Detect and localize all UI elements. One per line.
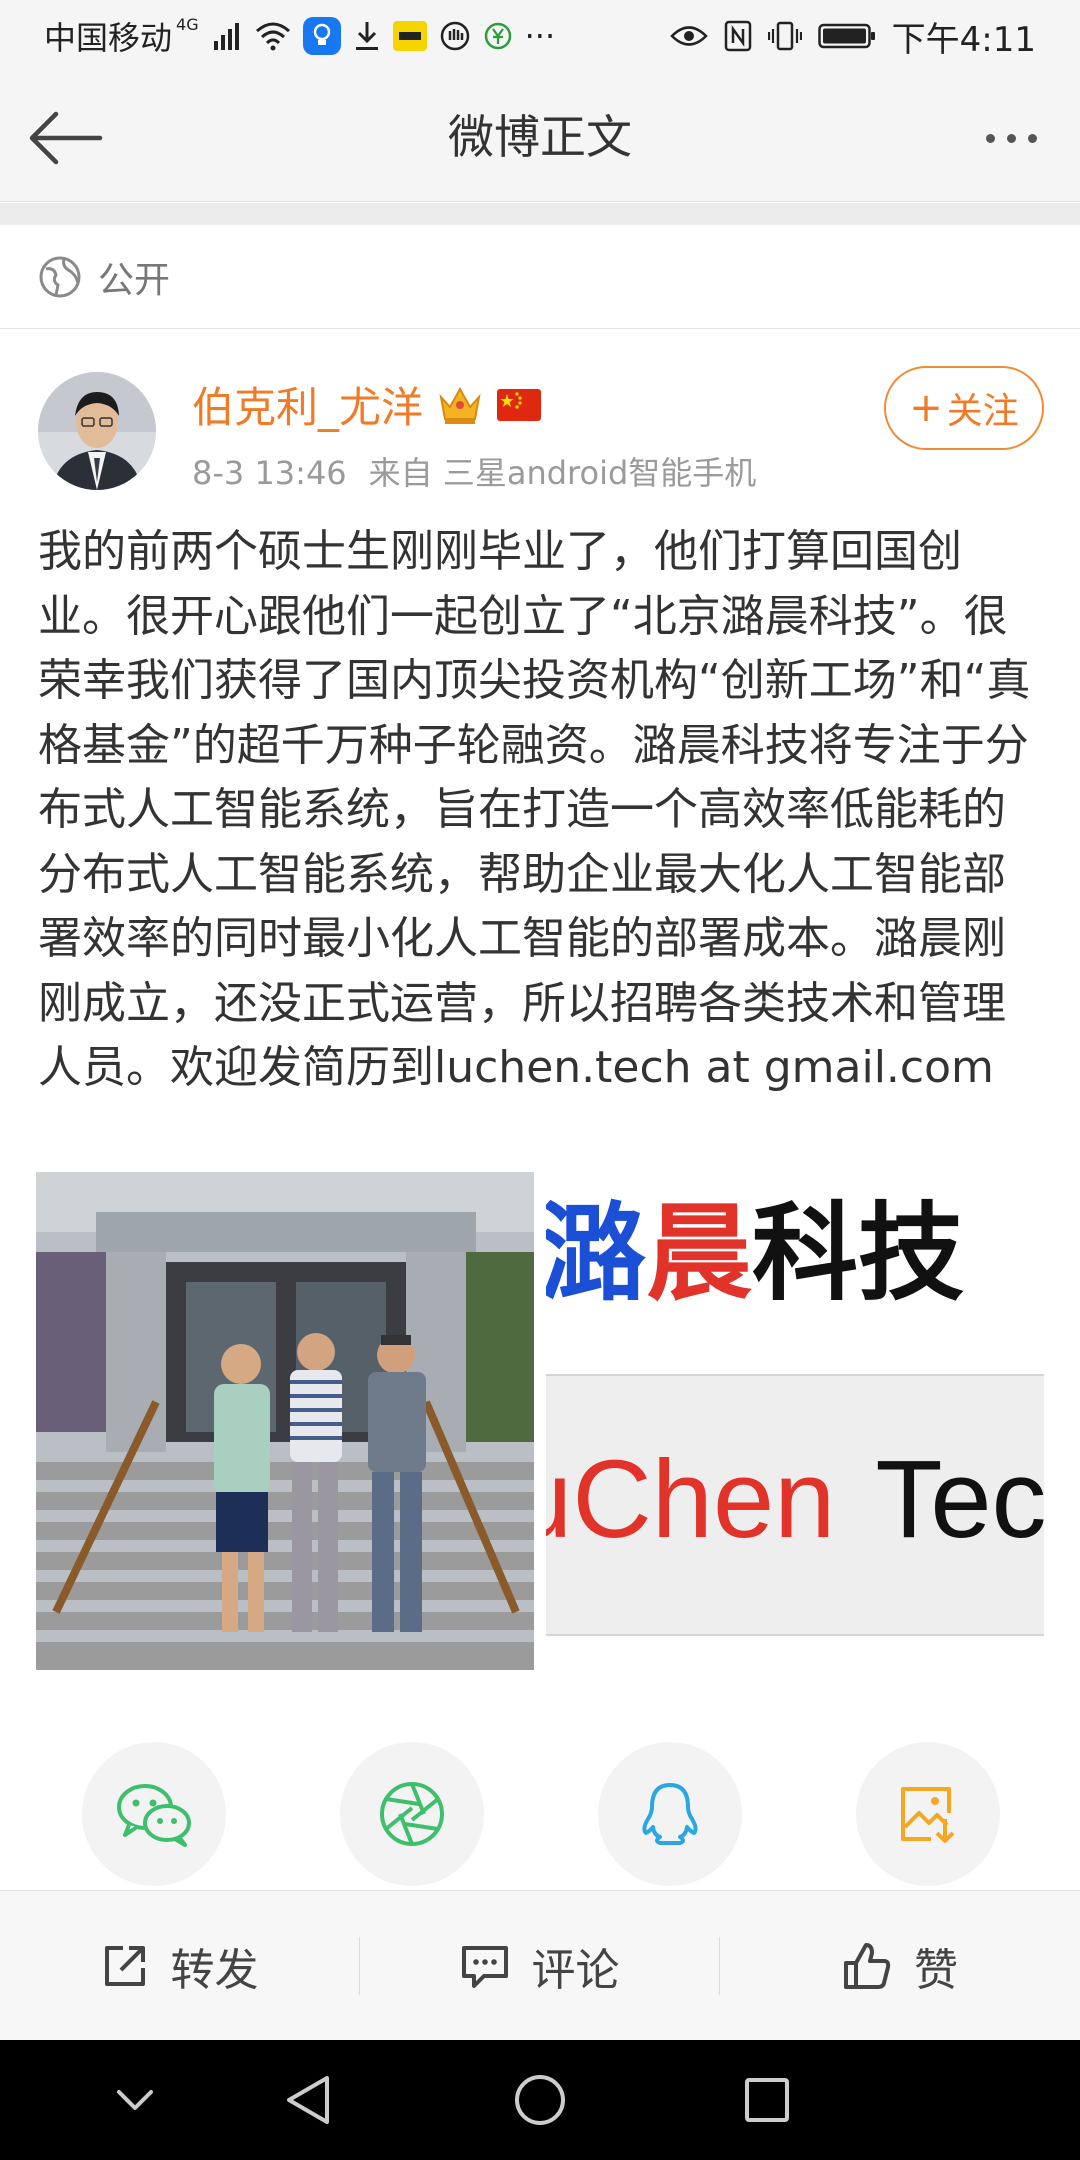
plus-icon: + [909,385,943,431]
save-image-icon [901,1787,955,1843]
qq-icon [642,1783,698,1845]
post-source: 来自 三星android智能手机 [368,454,757,492]
logo-en-lu: Lu [546,1438,572,1561]
comment-icon [461,1946,508,1988]
eye-comfort-icon [669,23,708,49]
status-bar-right: 下午4:11 [669,14,1036,60]
nfc-icon [724,20,752,52]
wechat-icon [117,1784,191,1847]
post-photo[interactable] [36,1172,534,1670]
more-dot-icon [1006,133,1016,143]
hide-nav-button[interactable] [90,2060,180,2140]
repost-label: 转发 [170,1945,259,1996]
system-home-button[interactable] [495,2060,585,2140]
triangle-back-icon [287,2076,329,2124]
app-notification-icon [392,21,427,51]
post-meta: 8-3 13:46 来自 三星android智能手机 [192,448,756,494]
vibrate-icon [767,20,802,52]
repost-button[interactable]: 转发 [0,1891,359,2041]
more-dot-icon [1027,133,1037,143]
status-bar-left: 中国移动 4G ··· [44,14,555,58]
comment-label: 评论 [531,1945,620,1996]
chevron-down-icon [117,2090,153,2110]
thumbs-up-icon [844,1943,891,1989]
share-moments-button[interactable] [340,1742,484,1886]
bulb-app-icon [302,17,341,55]
crown-badge-icon [437,383,483,427]
team-photo-image [36,1172,534,1670]
follow-button[interactable]: + 关注 [884,366,1044,450]
author-name-row: 伯克利_尤洋 [192,374,542,435]
more-dot-icon [985,133,995,143]
circle-home-icon [515,2075,565,2125]
share-qq-button[interactable] [598,1742,742,1886]
author-header: 伯克利_尤洋 8-3 13:46 来自 三星android智能手机 + 关注 [0,360,1080,500]
share-wechat-button[interactable] [82,1742,226,1886]
logo-cn-chen: 晨 [646,1192,752,1315]
logo-cn-lu: 潞 [546,1192,646,1315]
comment-button[interactable]: 评论 [360,1891,719,2041]
page-title: 微博正文 [448,110,632,164]
author-name[interactable]: 伯克利_尤洋 [192,374,423,435]
bottom-action-bar: 转发 评论 赞 [0,1890,1080,2040]
more-notifications-icon: ··· [524,17,556,55]
post-date: 8-3 13:46 [192,454,347,492]
avatar-image [38,372,156,490]
logo-cn-keji: 科技 [752,1192,964,1315]
signal-icon [213,21,243,51]
save-image-button[interactable] [856,1742,1000,1886]
share-row [0,1740,1080,1890]
yuan-icon [483,21,513,51]
status-bar: 中国移动 4G ··· 下午4:11 [0,0,1080,72]
post-body: 我的前两个硕士生刚刚毕业了，他们打算回国创业。很开心跟他们一起创立了“北京潞晨科… [38,526,1031,1093]
system-back-button[interactable] [263,2060,353,2140]
square-recents-icon [745,2078,789,2122]
follow-label: 关注 [946,391,1019,432]
company-logo-image[interactable]: 潞晨科技 LuChen Tech [546,1172,1044,1670]
visibility-row: 公开 [0,225,1080,329]
carrier-label: 中国移动 [44,19,173,57]
clock: 下午4:11 [891,19,1036,60]
china-flag-icon [497,388,542,421]
section-divider [0,203,1080,225]
download-icon [353,20,381,52]
network-type: 4G [176,14,199,34]
avatar[interactable] [38,372,156,490]
like-label: 赞 [914,1945,958,1996]
like-button[interactable]: 赞 [720,1891,1080,2041]
logo-en-tech: Tech [875,1438,1044,1561]
top-nav-bar: 微博正文 [0,72,1080,202]
repost-icon [104,1946,145,1986]
hand-icon [439,20,471,52]
globe-icon [39,256,81,297]
battery-icon [817,22,876,50]
moments-icon [380,1782,444,1846]
system-nav-bar [0,2040,1080,2160]
logo-en-chen: Chen [572,1438,836,1561]
visibility-label: 公开 [98,259,171,301]
more-options-button[interactable] [966,106,1056,170]
logo-en-banner: LuChen Tech [546,1374,1044,1636]
system-recents-button[interactable] [722,2060,812,2140]
wifi-icon [255,21,291,51]
logo-cn-text: 潞晨科技 [546,1194,1044,1314]
